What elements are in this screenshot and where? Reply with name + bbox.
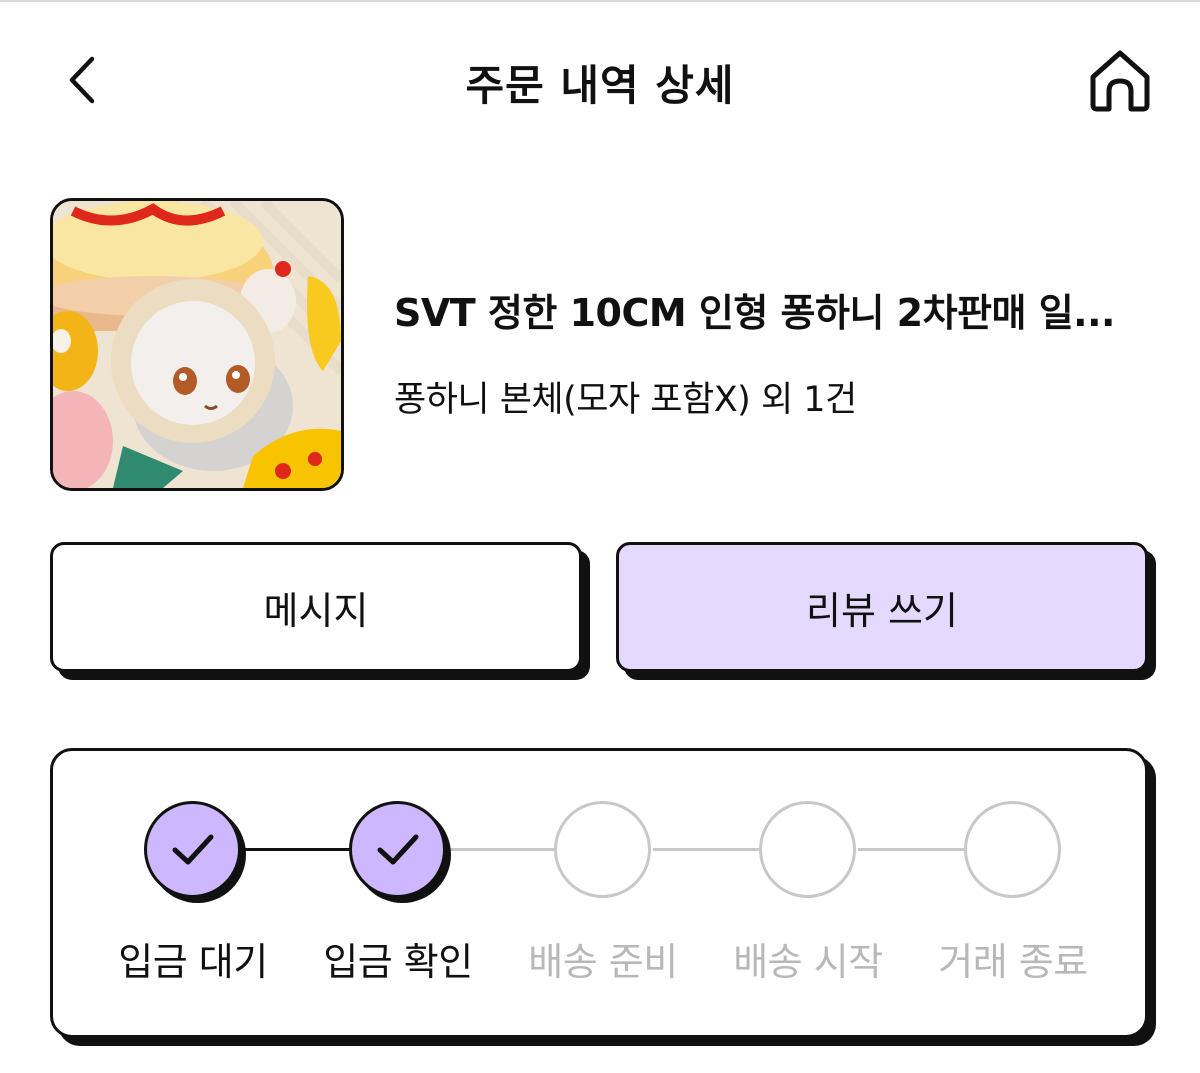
page-title: 주문 내역 상세 [465, 61, 735, 110]
home-icon [1090, 50, 1150, 112]
step-label-deposit-pending: 입금 대기 [118, 940, 268, 984]
step-label-transaction-complete: 거래 종료 [938, 940, 1088, 984]
home-button[interactable] [1082, 44, 1158, 116]
step-circle-transaction-complete [964, 801, 1061, 898]
check-icon [377, 834, 418, 864]
message-button[interactable]: 메시지 [50, 542, 582, 672]
step-circle-deposit-pending [144, 801, 241, 898]
progress-line-4 [858, 848, 968, 851]
product-name[interactable]: SVT 정한 10CM 인형 퐁하니 2차판매 일... [394, 282, 1154, 337]
step-circle-deposit-confirmed [349, 801, 446, 898]
step-label-shipping-start: 배송 시작 [733, 940, 883, 984]
write-review-button[interactable]: 리뷰 쓰기 [616, 542, 1148, 672]
step-circle-shipping-start [759, 801, 856, 898]
header: 주문 내역 상세 [0, 30, 1200, 130]
step-label-shipping-prep: 배송 준비 [528, 940, 678, 984]
product-option: 퐁하니 본체(모자 포함X) 외 1건 [394, 380, 857, 420]
top-divider [0, 0, 1200, 2]
progress-line-2 [448, 848, 558, 851]
step-label-deposit-confirmed: 입금 확인 [323, 940, 473, 984]
order-progress-card: 입금 대기 입금 확인 배송 준비 배송 시작 거래 종료 [50, 748, 1148, 1038]
product-info: SVT 정한 10CM 인형 퐁하니 2차판매 일... 퐁하니 본체(모자 포… [394, 282, 1154, 422]
check-icon [172, 834, 213, 864]
product-image[interactable] [50, 198, 344, 491]
progress-line-3 [653, 848, 763, 851]
progress-line-1 [243, 848, 353, 851]
plush-doll-photo [53, 201, 341, 488]
step-circle-shipping-prep [554, 801, 651, 898]
